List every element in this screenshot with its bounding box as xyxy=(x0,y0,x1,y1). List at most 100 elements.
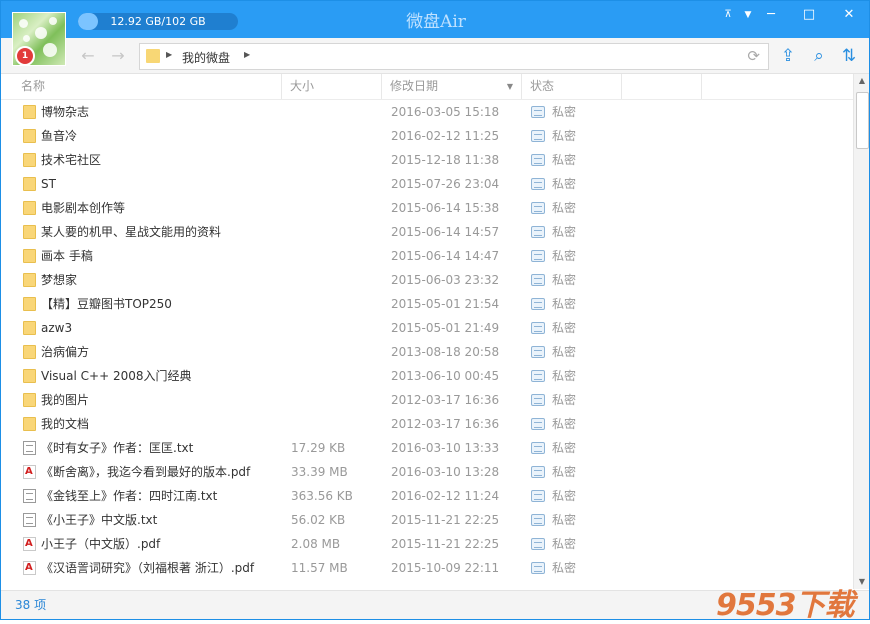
file-name: 技术宅社区 xyxy=(41,153,102,167)
file-row[interactable]: 《断舍离》，我迄今看到最好的版本.pdf 33.39 MB 2016-03-10 1… xyxy=(1,460,853,484)
breadcrumb-root[interactable]: 我的微盘 xyxy=(182,49,230,66)
file-name: 博物杂志 xyxy=(41,105,90,119)
upload-icon[interactable]: ⇪ xyxy=(776,44,800,68)
refresh-icon[interactable]: ⟳ xyxy=(747,47,760,65)
file-row[interactable]: 小王子（中文版）.pdf 2.08 MB 2015-11-21 22:25 私密 xyxy=(1,532,853,556)
file-status: 私密 xyxy=(552,537,577,551)
pdf-file-icon xyxy=(23,561,36,575)
text-file-icon xyxy=(23,489,36,503)
column-size[interactable]: 大小 xyxy=(282,74,382,99)
address-bar[interactable]: ▶ 我的微盘 ▶ ⟳ xyxy=(139,43,769,70)
private-icon xyxy=(531,370,545,382)
file-size: 2.08 MB xyxy=(291,537,341,551)
file-modified-date: 2015-06-14 15:38 xyxy=(391,201,500,215)
file-modified-date: 2015-07-26 23:04 xyxy=(391,177,500,191)
minimize-button[interactable]: ─ xyxy=(756,1,786,31)
file-row[interactable]: 《小王子》中文版.txt 56.02 KB 2015-11-21 22:25 私密 xyxy=(1,508,853,532)
folder-row[interactable]: ST 2015-07-26 23:04 私密 xyxy=(1,172,853,196)
file-status: 私密 xyxy=(552,345,577,359)
sort-icon[interactable]: ⇅ xyxy=(837,44,861,68)
folder-row[interactable]: 博物杂志 2016-03-05 15:18 私密 xyxy=(1,100,853,124)
file-status: 私密 xyxy=(552,465,577,479)
folder-row[interactable]: 治病偏方 2013-08-18 20:58 私密 xyxy=(1,340,853,364)
folder-icon xyxy=(23,153,36,167)
folder-icon xyxy=(23,393,36,407)
folder-row[interactable]: 鱼音冷 2016-02-12 11:25 私密 xyxy=(1,124,853,148)
storage-quota-bar: 12.92 GB/102 GB xyxy=(78,13,238,30)
file-row[interactable]: 《时有女子》作者：匡匡.txt 17.29 KB 2016-03-10 13:33 私… xyxy=(1,436,853,460)
folder-row[interactable]: 某人要的机甲、星战文能用的资料 2015-06-14 14:57 私密 xyxy=(1,220,853,244)
file-status: 私密 xyxy=(552,225,577,239)
back-arrow-icon[interactable]: ← xyxy=(77,45,99,67)
file-name: 《金钱至上》作者：四时江南.txt xyxy=(41,489,218,503)
app-window: 12.92 GB/102 GB 微盘Air ⊼ ▼ ─ □ ✕ 1 ← → ▶ … xyxy=(0,0,870,620)
search-icon[interactable]: ⌕ xyxy=(807,44,831,68)
quota-label: 12.92 GB/102 GB xyxy=(110,15,206,28)
column-status[interactable]: 状态 xyxy=(522,74,622,99)
app-title: 微盘Air xyxy=(406,12,466,32)
file-name: azw3 xyxy=(41,321,73,335)
close-button[interactable]: ✕ xyxy=(834,1,864,31)
folder-row[interactable]: azw3 2015-05-01 21:49 私密 xyxy=(1,316,853,340)
private-icon xyxy=(531,226,545,238)
folder-row[interactable]: 梦想家 2015-06-03 23:32 私密 xyxy=(1,268,853,292)
file-modified-date: 2016-03-05 15:18 xyxy=(391,105,500,119)
folder-row[interactable]: 画本 手稿 2015-06-14 14:47 私密 xyxy=(1,244,853,268)
vertical-scrollbar[interactable]: ▲ ▼ xyxy=(853,74,869,589)
file-row[interactable]: 《汉语詈词研究》（刘福根著 浙江）.pdf 11.57 MB 2015-10-09 … xyxy=(1,556,853,580)
folder-row[interactable]: 电影剧本创作等 2015-06-14 15:38 私密 xyxy=(1,196,853,220)
column-modified[interactable]: 修改日期 ▼ xyxy=(382,74,522,99)
pdf-file-icon xyxy=(23,465,36,479)
file-name: 画本 手稿 xyxy=(41,249,93,263)
notification-badge[interactable]: 1 xyxy=(15,46,35,66)
file-name: 《断舍离》，我迄今看到最好的版本.pdf xyxy=(41,465,251,479)
file-modified-date: 2015-05-01 21:49 xyxy=(391,321,500,335)
scroll-up-icon[interactable]: ▲ xyxy=(854,74,869,88)
folder-row[interactable]: 技术宅社区 2015-12-18 11:38 私密 xyxy=(1,148,853,172)
user-avatar[interactable]: 1 xyxy=(12,12,66,66)
file-modified-date: 2015-06-03 23:32 xyxy=(391,273,500,287)
folder-icon xyxy=(23,105,36,119)
folder-row[interactable]: Visual C++ 2008入门经典 2013-06-10 00:45 私密 xyxy=(1,364,853,388)
column-name[interactable]: 名称 xyxy=(13,74,282,99)
file-status: 私密 xyxy=(552,201,577,215)
private-icon xyxy=(531,130,545,142)
file-size: 11.57 MB xyxy=(291,561,348,575)
file-modified-date: 2015-06-14 14:57 xyxy=(391,225,500,239)
folder-icon xyxy=(23,201,36,215)
forward-arrow-icon[interactable]: → xyxy=(107,45,129,67)
chevron-right-icon[interactable]: ▶ xyxy=(166,50,172,59)
file-modified-date: 2015-10-09 22:11 xyxy=(391,561,500,575)
sort-desc-icon: ▼ xyxy=(506,82,513,91)
text-file-icon xyxy=(23,441,36,455)
folder-icon xyxy=(23,417,36,431)
file-modified-date: 2013-06-10 00:45 xyxy=(391,369,500,383)
folder-icon xyxy=(23,369,36,383)
folder-icon xyxy=(23,225,36,239)
file-size: 363.56 KB xyxy=(291,489,353,503)
text-file-icon xyxy=(23,513,36,527)
item-count: 38 项 xyxy=(15,598,47,612)
watermark-logo: 9553下载 xyxy=(716,588,855,623)
file-list: 博物杂志 2016-03-05 15:18 私密 鱼音冷 2016-02-12 11:2… xyxy=(1,100,853,589)
file-name: 【精】豆瓣图书TOP250 xyxy=(41,297,172,311)
file-row[interactable]: 《金钱至上》作者：四时江南.txt 363.56 KB 2016-02-12 11:… xyxy=(1,484,853,508)
file-name: 小王子（中文版）.pdf xyxy=(41,537,161,551)
folder-icon xyxy=(23,249,36,263)
file-status: 私密 xyxy=(552,129,577,143)
scroll-thumb[interactable] xyxy=(856,92,869,149)
folder-icon xyxy=(23,177,36,191)
folder-icon xyxy=(23,321,36,335)
file-status: 私密 xyxy=(552,513,577,527)
folder-row[interactable]: 【精】豆瓣图书TOP250 2015-05-01 21:54 私密 xyxy=(1,292,853,316)
file-status: 私密 xyxy=(552,249,577,263)
restore-button[interactable]: □ xyxy=(794,1,824,31)
file-name: 我的文档 xyxy=(41,417,90,431)
folder-row[interactable]: 我的图片 2012-03-17 16:36 私密 xyxy=(1,388,853,412)
file-modified-date: 2016-03-10 13:28 xyxy=(391,465,500,479)
chevron-right-icon[interactable]: ▶ xyxy=(244,50,250,59)
file-modified-date: 2016-02-12 11:24 xyxy=(391,489,500,503)
file-modified-date: 2016-02-12 11:25 xyxy=(391,129,500,143)
private-icon xyxy=(531,538,545,550)
folder-row[interactable]: 我的文档 2012-03-17 16:36 私密 xyxy=(1,412,853,436)
